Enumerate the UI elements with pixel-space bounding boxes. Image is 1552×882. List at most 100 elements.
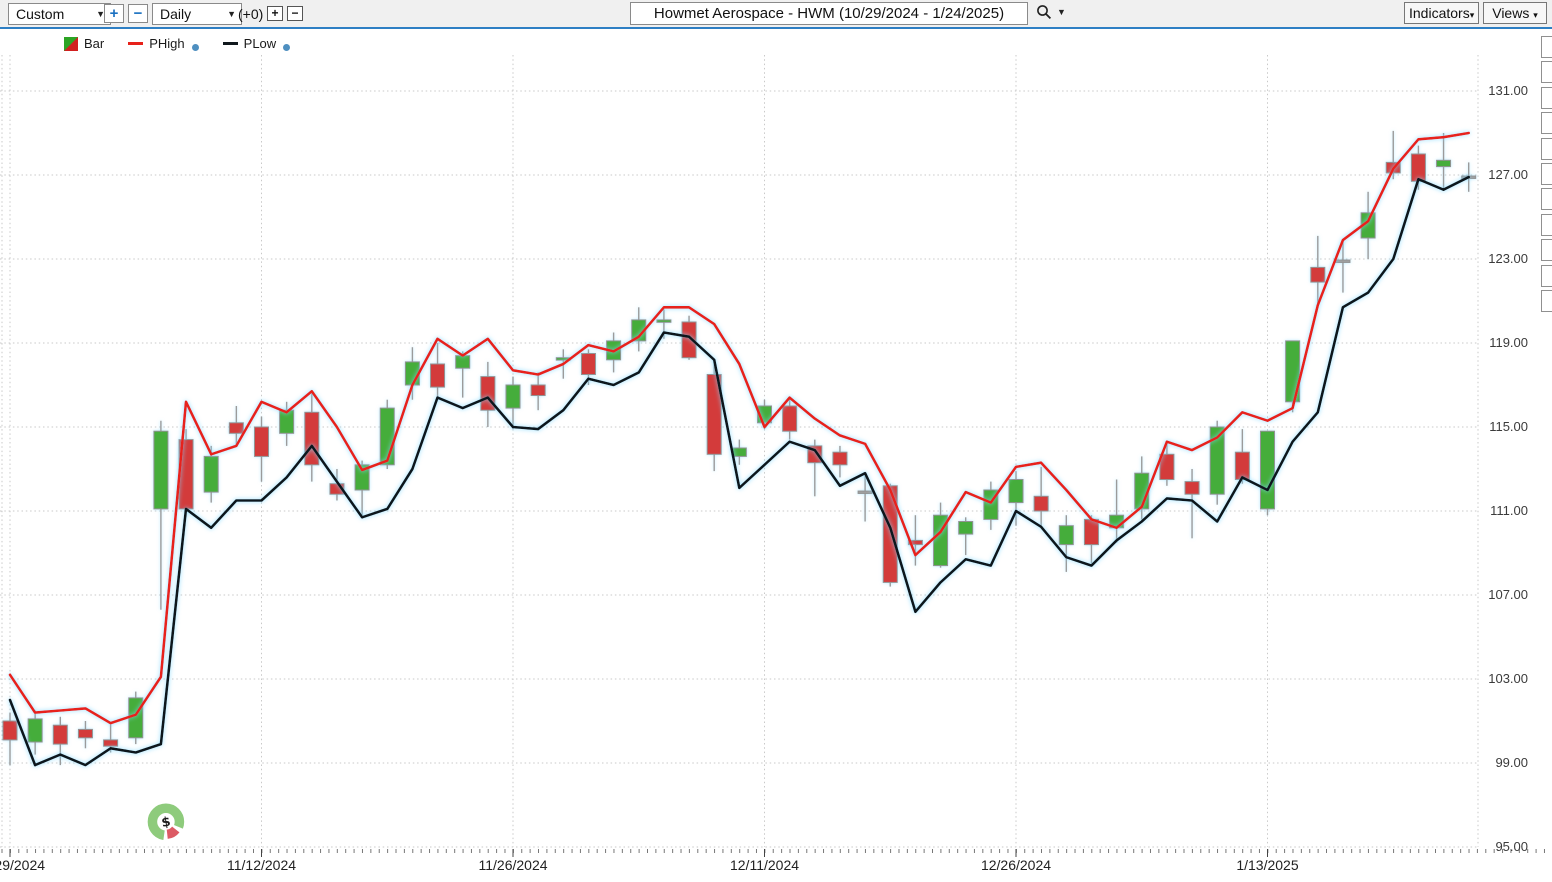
y-axis-label: 103.00 — [1468, 671, 1528, 686]
candle-12/12 — [783, 406, 797, 431]
candle-11/26 — [506, 385, 520, 408]
candle-11/19 — [380, 408, 394, 465]
candle-10/30 — [28, 719, 42, 742]
candle-11/4 — [104, 740, 118, 746]
y-axis-label: 115.00 — [1468, 419, 1528, 434]
interval-value: Daily — [160, 6, 191, 22]
candle-1/7 — [1185, 482, 1199, 495]
range-preset-dropdown[interactable]: Custom ▼ — [8, 3, 111, 25]
candle-11/11 — [229, 423, 243, 434]
candle-11/27 — [531, 385, 545, 396]
views-button[interactable]: Views ▾ — [1483, 2, 1547, 24]
series-toggle-dot-icon[interactable] — [192, 44, 199, 51]
chevron-down-icon: ▾ — [1470, 10, 1475, 20]
plow-line-icon — [223, 42, 238, 45]
zoom-out-button[interactable]: − — [128, 4, 148, 23]
candle-10/31 — [53, 725, 67, 744]
edge-tool-button[interactable] — [1541, 265, 1552, 287]
candle-11/14 — [305, 412, 319, 465]
chevron-down-icon: ▾ — [1533, 10, 1538, 20]
bar-series-icon — [64, 37, 78, 51]
chevron-down-icon[interactable]: ▼ — [1057, 7, 1066, 17]
edge-tool-button[interactable] — [1541, 138, 1552, 160]
dividend-badge[interactable]: $ — [152, 808, 184, 841]
y-axis-label: 119.00 — [1468, 335, 1528, 350]
interval-dropdown[interactable]: Daily ▼ — [152, 3, 242, 25]
symbol-title-box[interactable]: Howmet Aerospace - HWM (10/29/2024 - 1/2… — [630, 2, 1028, 25]
candle-11/21 — [431, 364, 445, 387]
candle-1/15 — [1311, 267, 1325, 282]
y-axis-label: 95.00 — [1468, 839, 1528, 854]
x-axis-label: 11/26/2024 — [468, 857, 558, 873]
phigh-line-icon — [128, 42, 143, 45]
candle-11/8 — [204, 456, 218, 492]
legend-item-phigh[interactable]: PHigh — [128, 36, 198, 51]
candle-12/27 — [1034, 496, 1048, 511]
indicators-button[interactable]: Indicators▾ — [1404, 2, 1479, 24]
candle-12/30 — [1059, 526, 1073, 545]
legend-label: PHigh — [149, 36, 184, 51]
plow-line — [10, 177, 1469, 765]
edge-tool-button[interactable] — [1541, 239, 1552, 261]
candle-12/5 — [657, 320, 671, 322]
legend-label: PLow — [244, 36, 277, 51]
top-toolbar: Custom ▼ + − Daily ▼ (+0) + − Howmet Aer… — [0, 0, 1552, 29]
y-axis-label: 107.00 — [1468, 587, 1528, 602]
candle-1/10 — [1235, 452, 1249, 479]
candlestick-series — [3, 131, 1476, 765]
candle-12/26 — [1009, 480, 1023, 503]
chart-legend: Bar PHigh PLow — [64, 36, 290, 51]
candle-11/1 — [78, 729, 92, 737]
candle-12/2 — [581, 354, 595, 375]
candle-11/22 — [456, 356, 470, 369]
candle-1/13 — [1261, 431, 1275, 509]
range-preset-value: Custom — [16, 6, 64, 22]
charting-app-window: $ Custom ▼ + − Daily ▼ (+0) + − Howmet A… — [0, 0, 1552, 882]
candle-12/16 — [833, 452, 847, 465]
candle-1/23 — [1437, 160, 1451, 166]
edge-tool-button[interactable] — [1541, 61, 1552, 83]
candle-11/13 — [280, 410, 294, 433]
x-axis-ticks — [2, 849, 1544, 857]
edge-tool-button[interactable] — [1541, 36, 1552, 58]
x-axis-label: 11/12/2024 — [217, 857, 307, 873]
candle-1/16 — [1336, 260, 1350, 262]
y-axis-label: 99.00 — [1468, 755, 1528, 770]
candle-11/6 — [154, 431, 168, 509]
candle-11/12 — [255, 427, 269, 456]
candle-11/5 — [129, 698, 143, 738]
edge-tool-button[interactable] — [1541, 163, 1552, 185]
y-axis-label: 123.00 — [1468, 251, 1528, 266]
chevron-down-icon: ▼ — [227, 9, 236, 19]
edge-tool-button[interactable] — [1541, 290, 1552, 312]
y-axis-label: 111.00 — [1468, 503, 1528, 518]
legend-item-plow[interactable]: PLow — [223, 36, 291, 51]
remove-bars-button[interactable]: − — [287, 6, 303, 21]
y-axis-label: 127.00 — [1468, 167, 1528, 182]
search-icon[interactable] — [1036, 4, 1052, 20]
candle-1/22 — [1411, 154, 1425, 181]
candle-12/17 — [858, 491, 872, 493]
legend-item-bar[interactable]: Bar — [64, 36, 104, 51]
bars-offset-label: (+0) — [238, 6, 263, 22]
candle-1/6 — [1160, 454, 1174, 479]
edge-tool-button[interactable] — [1541, 214, 1552, 236]
candle-12/31 — [1084, 519, 1098, 544]
edge-tool-button[interactable] — [1541, 188, 1552, 210]
add-bars-button[interactable]: + — [267, 6, 283, 21]
edge-tool-button[interactable] — [1541, 87, 1552, 109]
candle-12/10 — [732, 448, 746, 456]
x-axis-label: 12/26/2024 — [971, 857, 1061, 873]
series-toggle-dot-icon[interactable] — [283, 44, 290, 51]
zoom-in-button[interactable]: + — [104, 4, 124, 23]
candle-10/29 — [3, 721, 17, 740]
y-axis-label: 131.00 — [1468, 83, 1528, 98]
phigh-line — [10, 133, 1469, 723]
edge-tool-button[interactable] — [1541, 112, 1552, 134]
x-axis-label: 12/11/2024 — [720, 857, 810, 873]
x-axis-label: 1/13/2025 — [1223, 857, 1313, 873]
legend-label: Bar — [84, 36, 104, 51]
candle-12/23 — [959, 522, 973, 535]
x-axis-label: 10/29/2024 — [0, 857, 55, 873]
price-chart[interactable]: $ — [0, 0, 1552, 882]
